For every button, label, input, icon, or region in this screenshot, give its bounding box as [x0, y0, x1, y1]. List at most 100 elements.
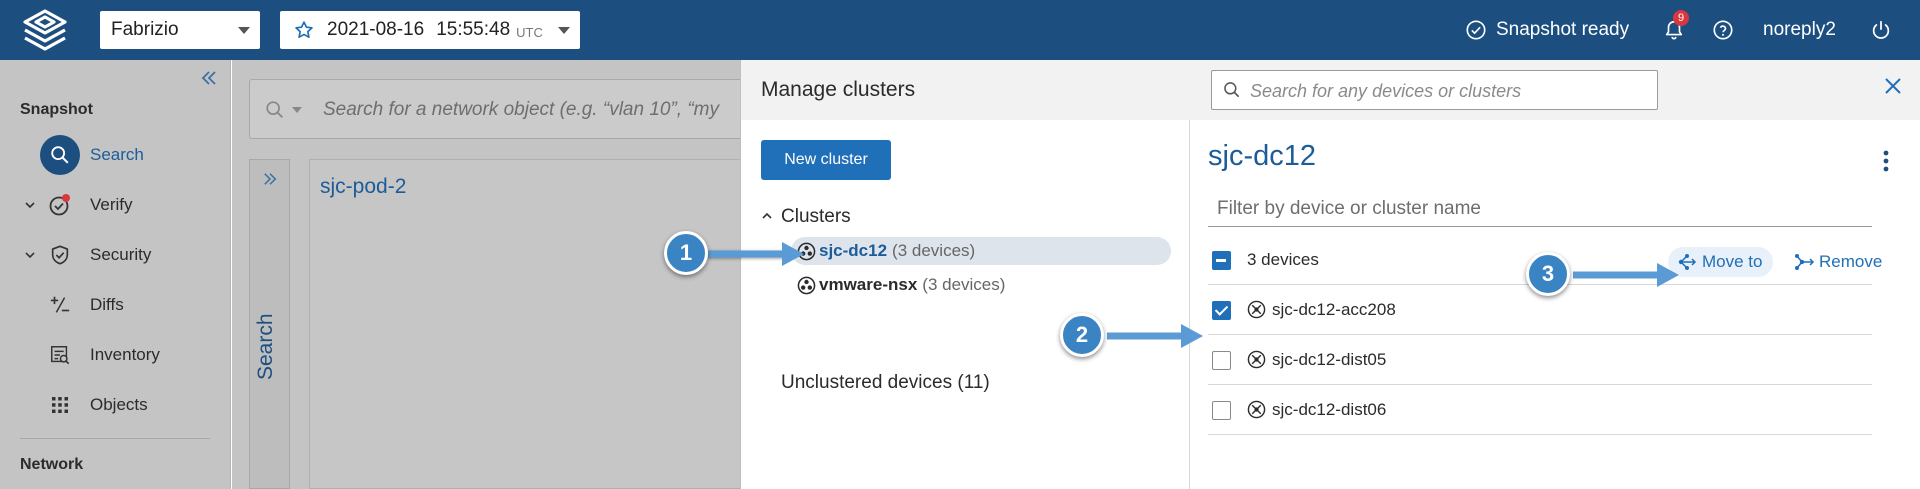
chevron-up-icon[interactable] — [761, 210, 773, 222]
device-checkbox[interactable] — [1212, 351, 1231, 370]
verify-icon — [48, 193, 72, 217]
top-bar: Fabrizio 2021-08-16 15:55:48 UTC Snapsho… — [0, 0, 1920, 60]
user-name: noreply2 — [1763, 19, 1836, 40]
remove-button[interactable]: Remove — [1793, 247, 1882, 277]
device-name: sjc-dc12-dist06 — [1272, 400, 1387, 419]
search-icon — [266, 101, 283, 118]
move-to-button[interactable]: Move to — [1668, 247, 1773, 277]
cluster-icon — [797, 276, 816, 295]
select-all-checkbox[interactable] — [1212, 251, 1231, 270]
cluster-item-sjc-dc12[interactable]: sjc-dc12 (3 devices) — [791, 237, 1171, 265]
search-side-panel[interactable]: Search — [249, 159, 290, 489]
device-icon — [1247, 300, 1266, 319]
snapshot-status-label: Snapshot ready — [1496, 19, 1630, 40]
device-filter-placeholder: Filter by device or cluster name — [1217, 198, 1481, 219]
remove-icon — [1795, 254, 1815, 270]
cluster-name: vmware-nsx — [819, 275, 918, 294]
new-cluster-button[interactable]: New cluster — [761, 140, 891, 180]
sidebar-item-label: Search — [90, 145, 144, 164]
sidebar-item-label: Security — [90, 245, 152, 264]
remove-label: Remove — [1819, 252, 1883, 271]
snapshot-timezone: UTC — [516, 24, 543, 40]
chevron-down-icon[interactable] — [24, 199, 36, 211]
sidebar-section-network: Network — [20, 456, 84, 473]
callout-arrow-1 — [708, 242, 804, 266]
device-filter-input[interactable]: Filter by device or cluster name — [1208, 189, 1872, 227]
search-panel-label: Search — [254, 313, 277, 380]
topology-card: sjc-pod-2 — [309, 159, 749, 489]
help-icon — [1713, 20, 1733, 40]
callout-arrow-2 — [1107, 324, 1203, 348]
sidebar-divider — [20, 438, 210, 439]
shield-icon — [48, 243, 72, 267]
device-icon — [1247, 400, 1266, 419]
device-row[interactable]: sjc-dc12-dist06 — [1208, 385, 1872, 435]
device-icon — [1247, 350, 1266, 369]
check-circle-icon — [1466, 20, 1486, 40]
grid-icon — [48, 393, 72, 417]
network-search-placeholder: Search for a network object (e.g. “vlan … — [323, 99, 719, 120]
sidebar-item-diffs[interactable]: Diffs — [0, 285, 231, 325]
sidebar-item-verify[interactable]: Verify — [0, 185, 231, 225]
callout-badge-2: 2 — [1060, 313, 1104, 357]
sidebar-item-label: Verify — [90, 195, 133, 214]
search-icon — [40, 135, 80, 175]
move-to-label: Move to — [1702, 252, 1763, 271]
expand-panel-icon[interactable] — [263, 172, 277, 186]
power-icon — [1872, 20, 1890, 39]
more-options-icon[interactable] — [1883, 150, 1889, 172]
close-icon[interactable] — [1884, 77, 1902, 95]
snapshot-time: 15:55:48 — [436, 19, 511, 40]
snapshot-status: Snapshot ready — [1465, 0, 1629, 60]
snapshot-date: 2021-08-16 — [327, 19, 425, 40]
unclustered-devices-item[interactable]: Unclustered devices (11) — [781, 372, 990, 394]
dialog-title: Manage clusters — [761, 78, 916, 101]
device-name: sjc-dc12-dist05 — [1272, 350, 1387, 369]
sidebar-section-snapshot: Snapshot — [20, 101, 93, 118]
network-search-input[interactable]: Search for a network object (e.g. “vlan … — [249, 79, 769, 139]
help-button[interactable] — [1712, 0, 1734, 60]
search-icon — [1224, 82, 1240, 98]
chevron-down-icon[interactable] — [292, 107, 302, 113]
chevron-down-icon[interactable] — [24, 249, 36, 261]
sidebar-item-label: Inventory — [90, 345, 160, 364]
cluster-device-count: (3 devices) — [922, 275, 1006, 294]
star-icon[interactable] — [294, 20, 314, 40]
inventory-icon — [48, 343, 72, 367]
collapse-sidebar-icon[interactable] — [201, 70, 217, 86]
callout-arrow-3 — [1573, 263, 1679, 287]
sidebar-item-objects[interactable]: Objects — [0, 385, 231, 425]
cluster-item-vmware-nsx[interactable]: vmware-nsx (3 devices) — [791, 271, 1171, 299]
workspace-value: Fabrizio — [111, 19, 179, 40]
logout-button[interactable] — [1870, 0, 1892, 60]
clusters-pane: New cluster Clusters sjc-dc12 (3 devices… — [741, 120, 1190, 489]
notifications-button[interactable] — [1663, 0, 1685, 60]
selected-device-count: 3 devices — [1247, 250, 1319, 269]
card-title[interactable]: sjc-pod-2 — [320, 175, 406, 199]
sidebar: Snapshot Search Verify Security Diffs In… — [0, 60, 231, 489]
sidebar-item-search[interactable]: Search — [0, 135, 231, 175]
cluster-search-placeholder: Search for any devices or clusters — [1250, 81, 1522, 101]
chevron-down-icon — [238, 27, 250, 34]
device-checkbox[interactable] — [1212, 301, 1231, 320]
callout-badge-1: 1 — [664, 231, 708, 275]
app-logo-icon[interactable] — [18, 8, 72, 52]
callout-badge-3: 3 — [1526, 252, 1570, 296]
cluster-detail-pane: sjc-dc12 Filter by device or cluster nam… — [1191, 120, 1920, 489]
notification-count-badge: 9 — [1673, 10, 1689, 26]
sidebar-item-label: Objects — [90, 395, 148, 414]
cluster-search-input[interactable]: Search for any devices or clusters — [1211, 70, 1658, 110]
diff-icon — [48, 293, 72, 317]
workspace-select[interactable]: Fabrizio — [100, 11, 260, 49]
sidebar-item-inventory[interactable]: Inventory — [0, 335, 231, 375]
device-row[interactable]: sjc-dc12-dist05 — [1208, 335, 1872, 385]
clusters-tree-header[interactable]: Clusters — [762, 206, 851, 228]
snapshot-select[interactable]: 2021-08-16 15:55:48 UTC — [280, 11, 580, 49]
user-menu[interactable]: noreply2 — [1763, 0, 1836, 60]
clusters-label: Clusters — [781, 206, 851, 227]
cluster-name: sjc-dc12 — [819, 241, 888, 260]
cluster-detail-title: sjc-dc12 — [1208, 140, 1316, 172]
device-checkbox[interactable] — [1212, 401, 1231, 420]
sidebar-item-label: Diffs — [90, 295, 124, 314]
sidebar-item-security[interactable]: Security — [0, 235, 231, 275]
